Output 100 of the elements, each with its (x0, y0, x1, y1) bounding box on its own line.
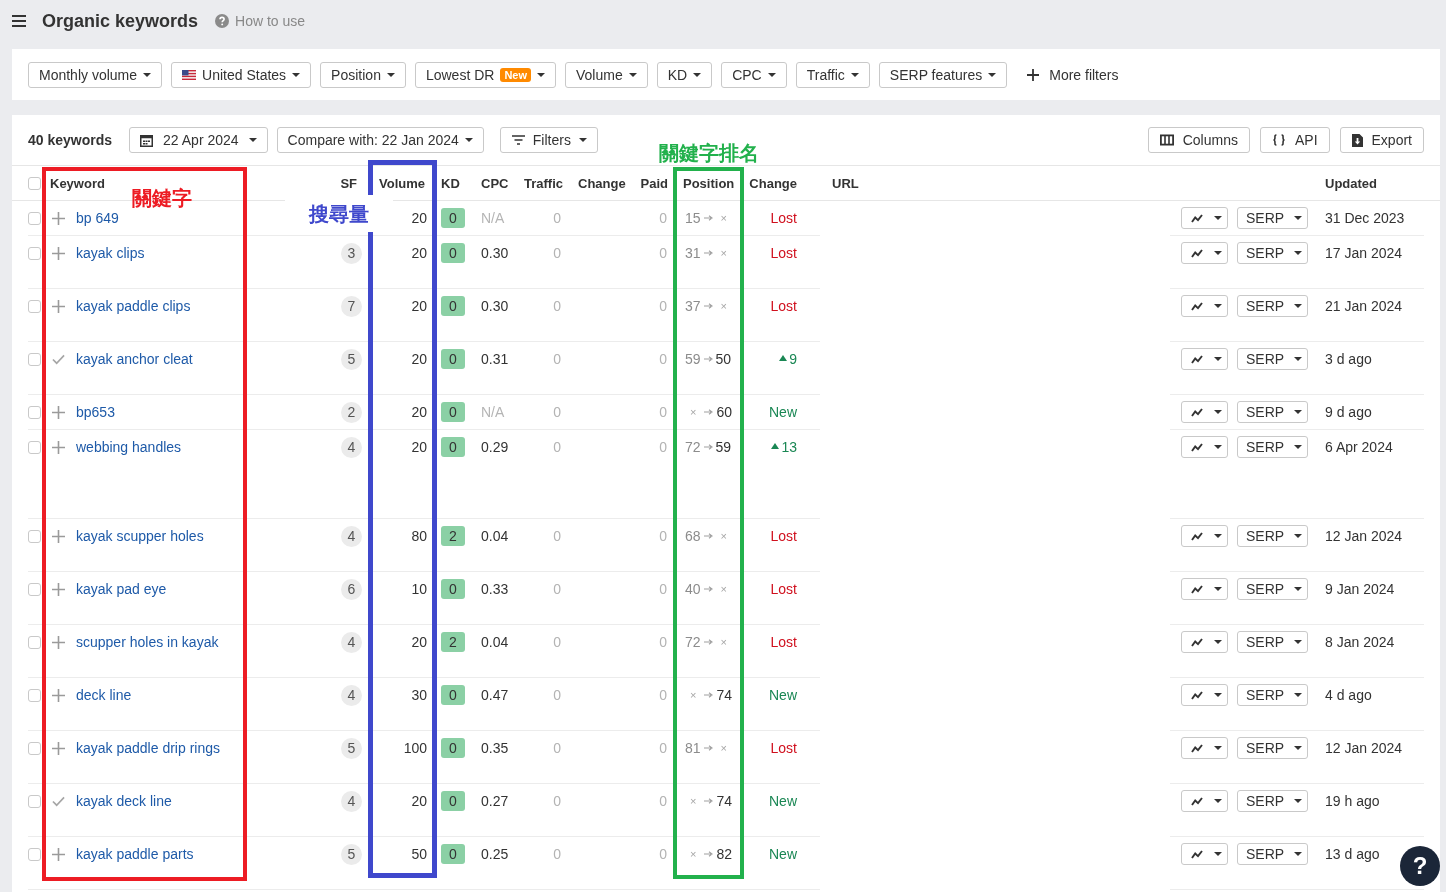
plus-icon[interactable] (52, 741, 65, 755)
filter-dropdown[interactable]: Position (320, 61, 406, 88)
select-all-checkbox[interactable] (28, 176, 41, 190)
column-header[interactable]: Position (683, 175, 735, 191)
chart-dropdown-button[interactable] (1181, 525, 1228, 547)
serp-dropdown-button[interactable]: SERP (1237, 348, 1308, 370)
chart-dropdown-button[interactable] (1181, 295, 1228, 317)
row-checkbox[interactable] (28, 742, 41, 755)
chart-dropdown-button[interactable] (1181, 242, 1228, 264)
row-checkbox[interactable] (28, 300, 41, 313)
columns-button[interactable]: Columns (1147, 127, 1250, 153)
column-header[interactable]: Updated (1325, 175, 1377, 191)
chart-dropdown-button[interactable] (1181, 684, 1228, 706)
serp-dropdown-button[interactable]: SERP (1237, 295, 1308, 317)
column-header[interactable]: Change (578, 175, 626, 191)
row-checkbox[interactable] (28, 441, 41, 454)
plus-icon[interactable] (52, 211, 65, 225)
keyword-link[interactable]: kayak anchor cleat (76, 348, 193, 370)
column-header[interactable]: SF (340, 175, 357, 191)
keyword-link[interactable]: bp653 (76, 401, 115, 423)
keyword-link[interactable]: kayak clips (76, 242, 145, 264)
filter-dropdown[interactable]: SERP features (878, 61, 1008, 88)
caret-icon (1214, 799, 1222, 803)
filters-button[interactable]: Filters (499, 127, 598, 153)
filter-dropdown[interactable]: Lowest DR New (414, 61, 556, 88)
column-header[interactable]: Traffic (524, 175, 563, 191)
row-checkbox[interactable] (28, 247, 41, 260)
keyword-link[interactable]: kayak pad eye (76, 578, 167, 600)
check-icon[interactable] (52, 794, 65, 808)
row-checkbox[interactable] (28, 795, 41, 808)
keyword-link[interactable]: kayak paddle clips (76, 295, 191, 317)
column-header[interactable]: Paid (640, 175, 668, 191)
filter-dropdown[interactable]: CPC (721, 61, 787, 88)
more-filters-button[interactable]: More filters (1027, 66, 1119, 83)
chart-dropdown-button[interactable] (1181, 401, 1228, 423)
keyword-link[interactable]: kayak deck line (76, 790, 172, 812)
plus-icon[interactable] (52, 582, 65, 596)
plus-icon[interactable] (52, 847, 65, 861)
filter-dropdown[interactable]: United States (171, 61, 312, 88)
plus-icon[interactable] (52, 635, 65, 649)
serp-dropdown-button[interactable]: SERP (1237, 684, 1308, 706)
filter-dropdown[interactable]: Monthly volume (28, 61, 163, 88)
date-dropdown[interactable]: Compare with: 22 Jan 2024 (276, 127, 484, 153)
filter-dropdown[interactable]: Volume (565, 61, 648, 88)
chart-dropdown-button[interactable] (1181, 436, 1228, 458)
plus-icon[interactable] (52, 688, 65, 702)
keyword-link[interactable]: kayak paddle drip rings (76, 737, 220, 759)
keyword-link[interactable]: kayak scupper holes (76, 525, 204, 547)
check-icon[interactable] (52, 352, 65, 366)
column-header[interactable]: Keyword (50, 175, 105, 191)
serp-dropdown-button[interactable]: SERP (1237, 525, 1308, 547)
serp-dropdown-button[interactable]: SERP (1237, 578, 1308, 600)
chart-dropdown-button[interactable] (1181, 207, 1228, 229)
column-header[interactable]: KD (441, 175, 460, 191)
keyword-link[interactable]: webbing handles (76, 436, 182, 458)
keyword-link[interactable]: kayak paddle parts (76, 843, 194, 865)
serp-dropdown-button[interactable]: SERP (1237, 242, 1308, 264)
column-header[interactable]: Volume (379, 175, 425, 191)
chart-dropdown-button[interactable] (1181, 737, 1228, 759)
chart-dropdown-button[interactable] (1181, 790, 1228, 812)
serp-dropdown-button[interactable]: SERP (1237, 790, 1308, 812)
api-button[interactable]: API (1259, 127, 1330, 153)
plus-icon[interactable] (52, 440, 65, 454)
row-checkbox[interactable] (28, 406, 41, 419)
plus-icon[interactable] (52, 299, 65, 313)
plus-icon[interactable] (52, 405, 65, 419)
row-checkbox[interactable] (28, 353, 41, 366)
serp-dropdown-button[interactable]: SERP (1237, 207, 1308, 229)
filter-dropdown[interactable]: KD (656, 61, 713, 88)
row-checkbox[interactable] (28, 583, 41, 596)
column-header[interactable]: Change (749, 175, 797, 191)
chart-dropdown-button[interactable] (1181, 578, 1228, 600)
serp-dropdown-button[interactable]: SERP (1237, 631, 1308, 653)
row-checkbox[interactable] (28, 212, 41, 225)
chart-dropdown-button[interactable] (1181, 348, 1228, 370)
plus-icon[interactable] (52, 529, 65, 543)
chart-dropdown-button[interactable] (1181, 843, 1228, 865)
column-header[interactable]: CPC (481, 175, 509, 191)
date-dropdown[interactable]: 22 Apr 2024 (129, 127, 268, 153)
current-position: × (719, 529, 728, 544)
serp-dropdown-button[interactable]: SERP (1237, 436, 1308, 458)
plus-icon[interactable] (52, 246, 65, 260)
serp-dropdown-button[interactable]: SERP (1237, 737, 1308, 759)
chart-dropdown-button[interactable] (1181, 631, 1228, 653)
serp-dropdown-button[interactable]: SERP (1237, 401, 1308, 423)
row-checkbox[interactable] (28, 636, 41, 649)
row-checkbox[interactable] (28, 848, 41, 861)
row-checkbox[interactable] (28, 689, 41, 702)
keyword-link[interactable]: deck line (76, 684, 132, 706)
filter-dropdown[interactable]: Traffic (795, 61, 870, 88)
arrow-icon (704, 798, 714, 804)
previous-position: 37 (685, 297, 701, 316)
cpc-value: 0.47 (481, 686, 509, 705)
export-button[interactable]: Export (1339, 127, 1424, 153)
row-checkbox[interactable] (28, 530, 41, 543)
column-header[interactable]: URL (832, 175, 859, 191)
keyword-link[interactable]: scupper holes in kayak (76, 631, 219, 653)
keyword-link[interactable]: bp 649 (76, 207, 119, 229)
menu-icon[interactable] (12, 15, 26, 27)
serp-dropdown-button[interactable]: SERP (1237, 843, 1308, 865)
